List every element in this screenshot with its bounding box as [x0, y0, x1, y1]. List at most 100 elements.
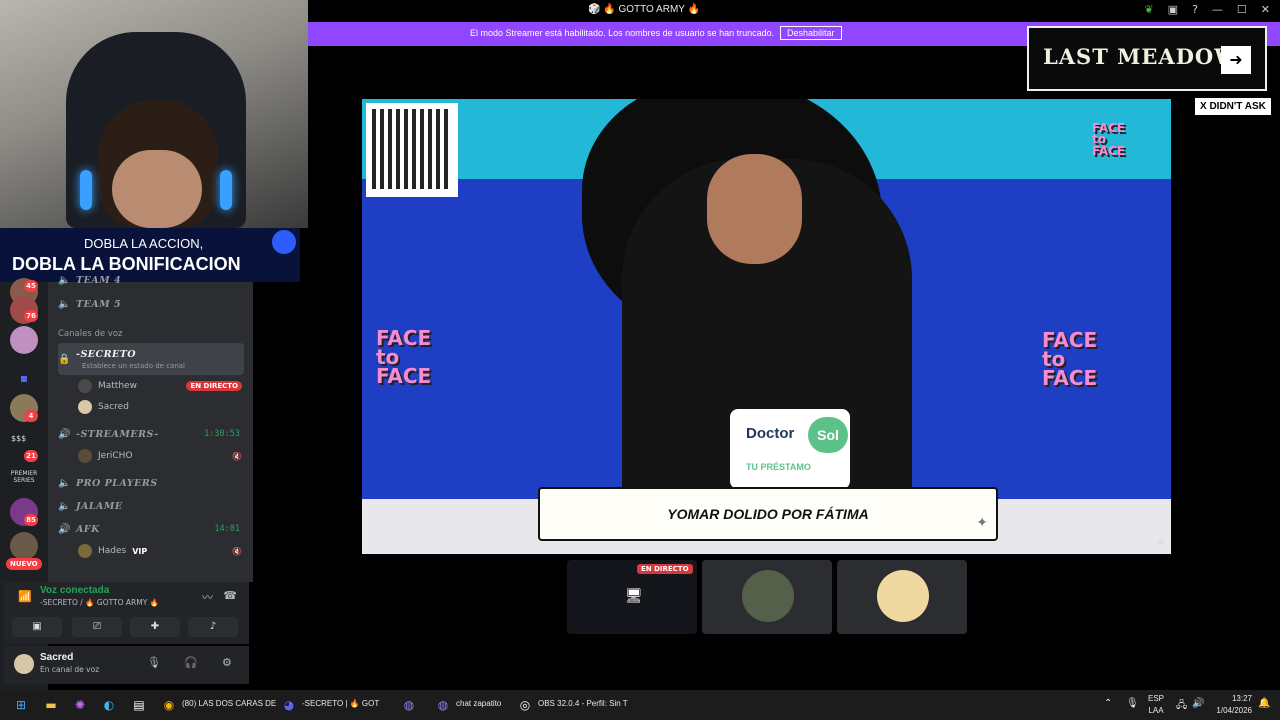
voice-channel-afk[interactable]: 🔊 AFK 14:01 [58, 519, 244, 539]
discord-icon[interactable]: ◕ [280, 696, 298, 714]
notifications-icon[interactable]: 🔔 [1258, 698, 1270, 709]
server-label-money[interactable]: $$$ [11, 434, 26, 443]
user-name: Matthew [98, 381, 137, 391]
avatar [78, 449, 92, 463]
channel-name: AFK [76, 523, 100, 535]
participant-tile[interactable] [702, 560, 832, 634]
unread-badge: 85 [24, 514, 38, 526]
avatar [877, 570, 929, 622]
screen-share-button[interactable]: ⎚ [72, 617, 122, 637]
qr-pattern [372, 109, 452, 189]
noise-suppression-icon[interactable]: 〰 [202, 589, 213, 605]
activities-button[interactable]: ✚ [130, 617, 180, 637]
streamer-mode-message: El modo Streamer está habilitado. Los no… [470, 28, 775, 38]
stream-view[interactable]: FACE to FACE FACE to FACE FACE to FACE D… [362, 99, 1171, 554]
inbox-icon[interactable]: ▣ [1168, 3, 1178, 16]
channel-status-hint[interactable]: Establece un estado de canal [82, 362, 185, 370]
live-badge: EN DIRECTO [186, 381, 242, 391]
participant-tile[interactable] [837, 560, 967, 634]
keyboard-layout: LAA [1148, 706, 1164, 715]
store-icon[interactable]: ▤ [130, 696, 148, 714]
muted-deafened-icon: 🔇 [232, 451, 242, 461]
brand-name: LAST MEADOW [1043, 44, 1239, 69]
channel-timer: 1:30:53 [204, 429, 240, 439]
volume-icon[interactable]: 🔊 [1192, 698, 1204, 709]
speaker-icon: 🔈 [58, 298, 71, 310]
app-icon[interactable]: ◍ [400, 696, 418, 714]
maximize-icon[interactable]: ☐ [1237, 3, 1247, 16]
sponsor-name: Doctor [746, 425, 795, 442]
settings-icon[interactable]: ⚙ [222, 656, 232, 669]
chrome-icon[interactable]: ◉ [160, 696, 178, 714]
taskbar-obs-label[interactable]: OBS 32.0.4 - Perfil: Sin T [538, 699, 628, 708]
voice-channel-team5[interactable]: 🔈 TEAM 5 [58, 294, 244, 314]
promo-line-1: DOBLA LA ACCION, [84, 236, 204, 251]
help-icon[interactable]: ? [1192, 3, 1198, 16]
avatar [78, 544, 92, 558]
disconnect-icon[interactable]: ☎ [223, 589, 237, 602]
microphone-tray-icon[interactable]: 🎙 [1126, 698, 1139, 709]
server-icon[interactable] [10, 532, 38, 560]
network-icon[interactable]: 🖧 [1176, 698, 1187, 715]
chevron-up-icon[interactable]: ⌃ [1104, 698, 1112, 709]
new-badge: NUEVO [6, 558, 42, 570]
language-indicator[interactable]: ESP LAA [1148, 693, 1164, 717]
voice-user[interactable]: Hades VIP 🔇 [78, 541, 242, 561]
minimize-icon[interactable]: — [1212, 3, 1223, 16]
voice-category-header[interactable]: Canales de voz [58, 329, 122, 339]
lock-icon: 🔒 [58, 353, 71, 365]
voice-status[interactable]: Voz conectada [40, 585, 109, 596]
user-panel: Sacred En canal de voz 🎙 🎧 ⚙ [4, 646, 249, 684]
disable-streamer-mode-button[interactable]: Deshabilitar [780, 26, 842, 40]
voice-channel-secreto[interactable]: 🔒 -SECRETO Establece un estado de canal [58, 343, 244, 375]
taskbar: ⊞ ▬ ✺ ◐ ▤ ◉ (80) LAS DOS CARAS DE ◕ -SEC… [0, 690, 1280, 720]
stream-thumbnail[interactable]: EN DIRECTO 🖥 [567, 560, 697, 634]
voice-channel-team4[interactable]: 🔈 TEAM 4 [58, 270, 244, 290]
avatar[interactable] [14, 654, 34, 674]
voice-channel-jalame[interactable]: 🔈 JALAME [58, 496, 244, 516]
channel-name: -SECRETO [76, 348, 137, 360]
speaker-icon: 🔈 [58, 274, 71, 286]
avatar [78, 379, 92, 393]
voice-user[interactable]: Sacred [78, 397, 242, 417]
sparkle-icon: ✦ [976, 515, 988, 531]
channel-name: TEAM 5 [76, 298, 122, 310]
user-name[interactable]: Sacred [40, 652, 73, 663]
obs-icon[interactable]: ◎ [516, 696, 534, 714]
language-code: ESP [1148, 694, 1165, 703]
chat-app-icon[interactable]: ◍ [434, 696, 452, 714]
microphone-icon[interactable]: 🎙 [147, 656, 161, 669]
caption-box: YOMAR DOLIDO POR FÁTIMA ✦ [538, 487, 998, 541]
edge-icon[interactable]: ◐ [100, 696, 118, 714]
soundboard-button[interactable]: ♪ [188, 617, 238, 637]
taskbar-chrome-label[interactable]: (80) LAS DOS CARAS DE [182, 699, 276, 708]
sponsor-badge: Sol [808, 417, 848, 453]
taskbar-discord-label[interactable]: -SECRETO | 🔥 GOT [302, 699, 379, 708]
voice-channel-streamers[interactable]: 🔊 -STREAMERS- 1:30:53 [58, 424, 244, 444]
voice-user[interactable]: Matthew EN DIRECTO [78, 376, 242, 396]
avatar [742, 570, 794, 622]
folder-icon[interactable]: ▪ [10, 364, 38, 392]
server-icon[interactable] [10, 326, 38, 354]
clock[interactable]: 13:27 1/04/2026 [1216, 693, 1252, 717]
voice-channel-pro-players[interactable]: 🔈 PRO PLAYERS [58, 473, 244, 493]
voice-user[interactable]: JeriCHO 🔇 [78, 446, 242, 466]
camera-button[interactable]: ▣ [12, 617, 62, 637]
server-label-premier[interactable]: PREMIER SERIES [6, 470, 42, 484]
promo-accent [272, 230, 296, 254]
unread-badge: 21 [24, 450, 38, 462]
signal-icon[interactable]: 📶 [18, 590, 32, 603]
headphones-icon[interactable]: 🎧 [184, 656, 198, 669]
start-icon[interactable]: ⊞ [12, 696, 30, 714]
speaker-icon: 🔊 [58, 428, 71, 440]
close-icon[interactable]: ✕ [1261, 3, 1270, 16]
live-badge: EN DIRECTO [637, 564, 693, 574]
taskbar-chat-label[interactable]: chat zapatito [456, 699, 501, 708]
voice-location[interactable]: -SECRETO / 🔥 GOTTO ARMY 🔥 [40, 598, 159, 607]
unread-badge: 4 [24, 410, 38, 422]
leaf-icon[interactable]: ❦ [1144, 3, 1153, 16]
file-explorer-icon[interactable]: ▬ [42, 696, 60, 714]
user-name: JeriCHO [98, 451, 133, 461]
copilot-icon[interactable]: ✺ [71, 696, 89, 714]
channel-name: PRO PLAYERS [76, 477, 158, 489]
